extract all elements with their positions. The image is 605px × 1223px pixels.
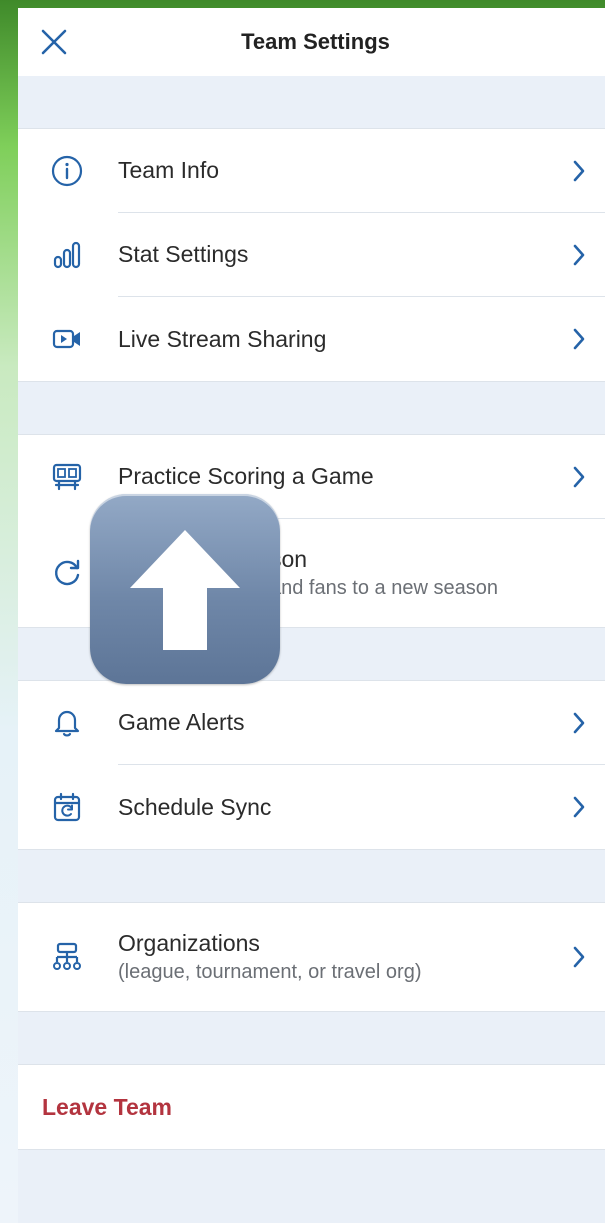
close-icon (41, 29, 67, 55)
refresh-icon (54, 559, 80, 586)
row-label: Team Info (118, 157, 219, 183)
settings-group-notifications: Game Alerts Schedule Sync (18, 680, 605, 850)
bell-icon (54, 710, 80, 737)
chevron-right-icon (573, 244, 585, 266)
row-sublabel: and fans to a new season (270, 577, 498, 599)
header: Team Settings (18, 8, 605, 76)
row-label: Game Alerts (118, 709, 245, 735)
row-label: Schedule Sync (118, 793, 272, 820)
row-label: Practice Scoring a Game (118, 463, 374, 489)
video-camera-icon (52, 329, 80, 349)
row-live-stream-sharing[interactable]: Live Stream Sharing (18, 297, 605, 381)
row-label: Stat Settings (118, 241, 249, 267)
row-game-alerts[interactable]: Game Alerts (18, 681, 605, 765)
leave-team-button[interactable]: Leave Team (18, 1065, 605, 1149)
row-schedule-sync[interactable]: Schedule Sync (18, 765, 605, 849)
bar-chart-icon (53, 241, 81, 269)
chevron-right-icon (573, 946, 585, 968)
row-organizations[interactable]: Organizations (league, tournament, or tr… (18, 903, 605, 1011)
row-team-info[interactable]: Team Info (18, 129, 605, 213)
org-chart-icon (53, 942, 81, 970)
info-icon (51, 155, 83, 187)
scoreboard-icon (52, 463, 82, 491)
settings-group-leave: Leave Team (18, 1064, 605, 1150)
settings-group-team: Team Info Stat Settings Live Stream Shar… (18, 128, 605, 382)
chevron-right-icon (573, 796, 585, 818)
up-arrow-overlay (90, 494, 280, 684)
row-label: Organizations (118, 930, 260, 956)
page-title: Team Settings (241, 29, 390, 54)
row-label: son (270, 546, 308, 572)
chevron-right-icon (573, 712, 585, 734)
chevron-right-icon (573, 328, 585, 350)
up-arrow-icon (130, 530, 240, 650)
chevron-right-icon (573, 466, 585, 488)
settings-group-organizations: Organizations (league, tournament, or tr… (18, 902, 605, 1012)
close-button[interactable] (38, 26, 70, 58)
row-label: Live Stream Sharing (118, 325, 327, 352)
leave-team-label: Leave Team (42, 1093, 172, 1120)
row-sublabel: (league, tournament, or travel org) (118, 961, 422, 983)
row-stat-settings[interactable]: Stat Settings (18, 213, 605, 297)
chevron-right-icon (573, 160, 585, 182)
calendar-sync-icon (53, 792, 81, 822)
